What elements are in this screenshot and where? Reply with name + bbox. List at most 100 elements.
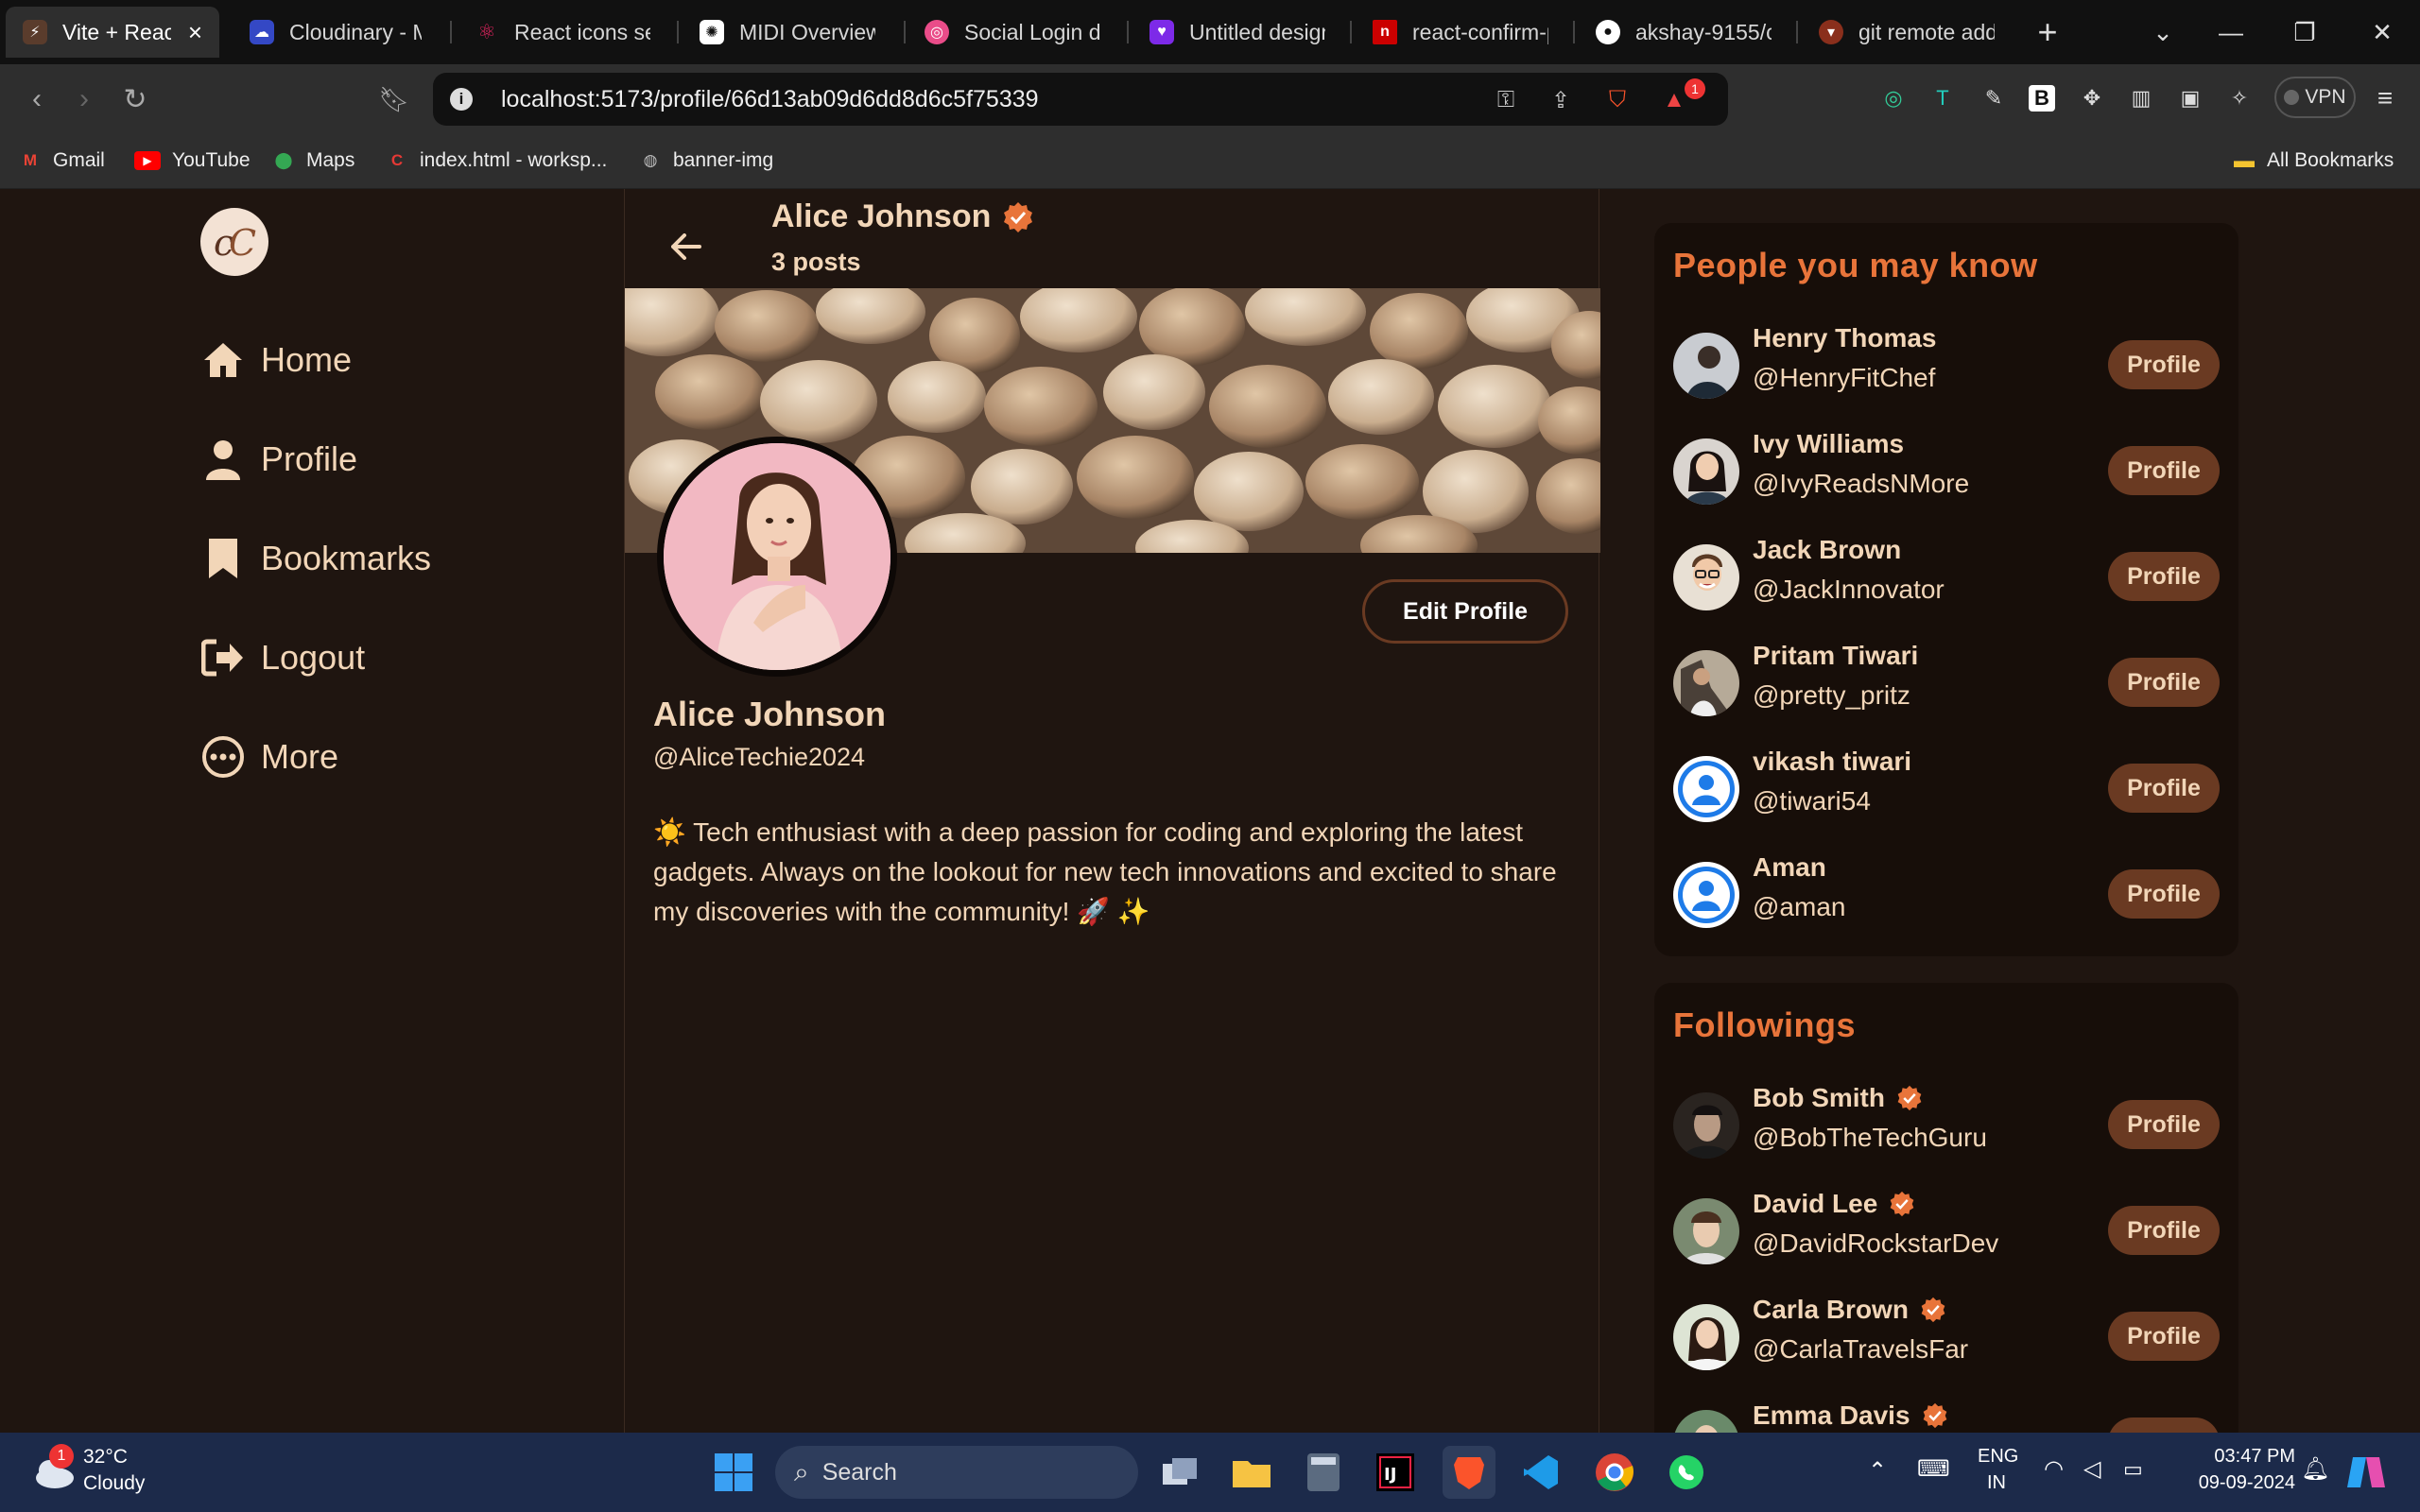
all-bookmarks[interactable]: ▬ All Bookmarks xyxy=(2233,145,2394,177)
intellij-icon[interactable]: IJ xyxy=(1369,1446,1422,1499)
leo-ai-icon[interactable]: ✧ xyxy=(2223,82,2256,114)
extension-circle-icon[interactable]: ◎ xyxy=(1877,82,1910,114)
tab-git-remote[interactable]: ▾ git remote add xyxy=(1802,7,2012,58)
nav-profile[interactable]: Profile xyxy=(200,426,357,492)
reload-icon[interactable]: ↻ xyxy=(115,79,155,119)
language-top[interactable]: ENG xyxy=(1978,1446,2018,1468)
bookmark-youtube[interactable]: ▶ YouTube xyxy=(134,145,251,177)
nav-logout[interactable]: Logout xyxy=(200,625,365,691)
avatar[interactable] xyxy=(1673,1198,1739,1264)
default-avatar-icon[interactable] xyxy=(1673,862,1739,928)
bookmark-maps[interactable]: ⬤ Maps xyxy=(272,145,354,177)
extensions-puzzle-icon[interactable]: ✥ xyxy=(2076,82,2108,114)
followings-title: Followings xyxy=(1673,1005,1856,1044)
avatar[interactable] xyxy=(1673,650,1739,716)
new-tab-button[interactable]: + xyxy=(2019,9,2076,55)
extension-t-icon[interactable]: T xyxy=(1927,82,1959,114)
volume-icon[interactable]: ◁ xyxy=(2083,1455,2100,1483)
nav-more[interactable]: More xyxy=(200,724,338,790)
extension-b-icon[interactable]: B xyxy=(2029,85,2055,112)
vpn-button[interactable]: VPN xyxy=(2274,77,2356,118)
avatar[interactable] xyxy=(1673,438,1739,505)
avatar[interactable] xyxy=(1673,544,1739,610)
default-avatar-icon[interactable] xyxy=(1673,756,1739,822)
clock-time[interactable]: 03:47 PM xyxy=(2191,1446,2295,1468)
calculator-icon[interactable] xyxy=(1297,1446,1350,1499)
tab-react-confirm[interactable]: n react-confirm-p xyxy=(1356,7,1565,58)
tab-midi-overview[interactable]: ✺ MIDI Overview a xyxy=(683,7,892,58)
nav-home[interactable]: Home xyxy=(200,327,352,393)
weather-desc[interactable]: Cloudy xyxy=(83,1472,145,1495)
profile-button[interactable]: Profile xyxy=(2108,1206,2220,1255)
share-icon[interactable]: ⇪ xyxy=(1545,84,1577,116)
profile-button[interactable]: Profile xyxy=(2108,552,2220,601)
windows-start-icon[interactable] xyxy=(707,1446,760,1499)
forward-icon[interactable]: › xyxy=(64,79,104,119)
profile-name: Alice Johnson xyxy=(653,695,887,733)
profile-button[interactable]: Profile xyxy=(2108,1100,2220,1149)
site-info-icon[interactable]: i xyxy=(450,88,473,111)
tab-search-icon[interactable]: ⌄ xyxy=(2135,9,2191,55)
tab-cloudinary[interactable]: ☁ Cloudinary - Ma xyxy=(233,7,439,58)
wifi-icon[interactable]: ◠ xyxy=(2044,1455,2064,1483)
bookmarks-bar: M Gmail ▶ YouTube ⬤ Maps C index.html - … xyxy=(0,134,2420,189)
window-close-icon[interactable]: ✕ xyxy=(2354,9,2411,55)
restore-icon[interactable]: ❐ xyxy=(2276,9,2333,55)
task-view-icon[interactable] xyxy=(1153,1446,1206,1499)
left-sidebar: c C Home Profile Bookmarks Logout More xyxy=(0,189,624,1433)
avatar[interactable] xyxy=(1673,1304,1739,1370)
bookmark-index-html[interactable]: C index.html - worksp... xyxy=(386,145,608,177)
sidebar-icon[interactable]: ▥ xyxy=(2125,82,2157,114)
keyboard-icon[interactable]: ⌨ xyxy=(1917,1455,1950,1483)
minimize-icon[interactable]: — xyxy=(2203,9,2259,55)
brave-shield-icon[interactable]: ⛉ xyxy=(1601,84,1634,116)
avatar[interactable] xyxy=(1673,1092,1739,1159)
whatsapp-icon[interactable] xyxy=(1660,1446,1713,1499)
battery-icon[interactable]: ▭ xyxy=(2123,1457,2143,1482)
profile-button[interactable]: Profile xyxy=(2108,869,2220,919)
tray-overflow-icon[interactable]: ⌃ xyxy=(1868,1457,1887,1485)
vscode-icon[interactable] xyxy=(1514,1446,1567,1499)
nav-label: More xyxy=(261,737,339,776)
menu-icon[interactable]: ≡ xyxy=(2369,82,2401,114)
profile-button[interactable]: Profile xyxy=(2108,1312,2220,1361)
back-icon[interactable]: ‹ xyxy=(17,79,57,119)
key-icon[interactable]: ⚿ xyxy=(1490,84,1522,116)
tab-react-icons[interactable]: ⚛ React icons sear xyxy=(458,7,667,58)
taskbar-search[interactable]: ⌕ Search xyxy=(775,1446,1138,1499)
copilot-icon[interactable] xyxy=(2341,1446,2392,1499)
svg-text:C: C xyxy=(229,222,256,264)
brave-taskbar-icon[interactable] xyxy=(1443,1446,1495,1499)
edit-profile-button[interactable]: Edit Profile xyxy=(1362,579,1568,644)
bookmark-gmail[interactable]: M Gmail xyxy=(19,145,105,177)
tab-vite-react[interactable]: ⚡ Vite + React × xyxy=(6,7,219,58)
profile-button[interactable]: Profile xyxy=(2108,658,2220,707)
profile-button[interactable]: Profile xyxy=(2108,446,2220,495)
profile-button[interactable]: Profile xyxy=(2108,340,2220,389)
header-name: Alice Johnson xyxy=(771,198,992,234)
wallet-icon[interactable]: ▣ xyxy=(2174,82,2206,114)
bookmark-page-icon[interactable]: 🔖︎ xyxy=(374,79,414,119)
file-explorer-icon[interactable] xyxy=(1225,1446,1278,1499)
notification-bell-icon[interactable]: 🔔︎ xyxy=(2301,1455,2329,1483)
bookmark-banner-img[interactable]: ◍ banner-img xyxy=(639,145,774,177)
profile-avatar[interactable] xyxy=(657,437,897,677)
language-bottom[interactable]: IN xyxy=(1987,1472,2006,1494)
tab-social-login[interactable]: ◎ Social Login des xyxy=(908,7,1117,58)
chrome-icon[interactable] xyxy=(1588,1446,1641,1499)
address-bar[interactable]: i localhost:5173/profile/66d13ab09d6dd8d… xyxy=(433,73,1728,126)
weather-temp[interactable]: 32°C xyxy=(83,1446,128,1469)
profile-button[interactable]: Profile xyxy=(2108,764,2220,813)
app-logo[interactable]: c C xyxy=(200,208,268,276)
avatar[interactable] xyxy=(1673,333,1739,399)
brave-icon: ▾ xyxy=(1819,20,1843,44)
tab-github[interactable]: ● akshay-9155/co xyxy=(1579,7,1789,58)
eyedropper-icon[interactable]: ✎ xyxy=(1978,82,2010,114)
back-arrow-icon[interactable] xyxy=(663,223,710,270)
close-icon[interactable]: × xyxy=(188,18,202,47)
url-text[interactable]: localhost:5173/profile/66d13ab09d6dd8d6c… xyxy=(501,86,1039,113)
nav-bookmarks[interactable]: Bookmarks xyxy=(200,525,431,592)
clock-date[interactable]: 09-09-2024 xyxy=(2182,1472,2295,1494)
more-icon xyxy=(200,734,246,780)
tab-untitled-design[interactable]: ♥ Untitled design xyxy=(1132,7,1342,58)
